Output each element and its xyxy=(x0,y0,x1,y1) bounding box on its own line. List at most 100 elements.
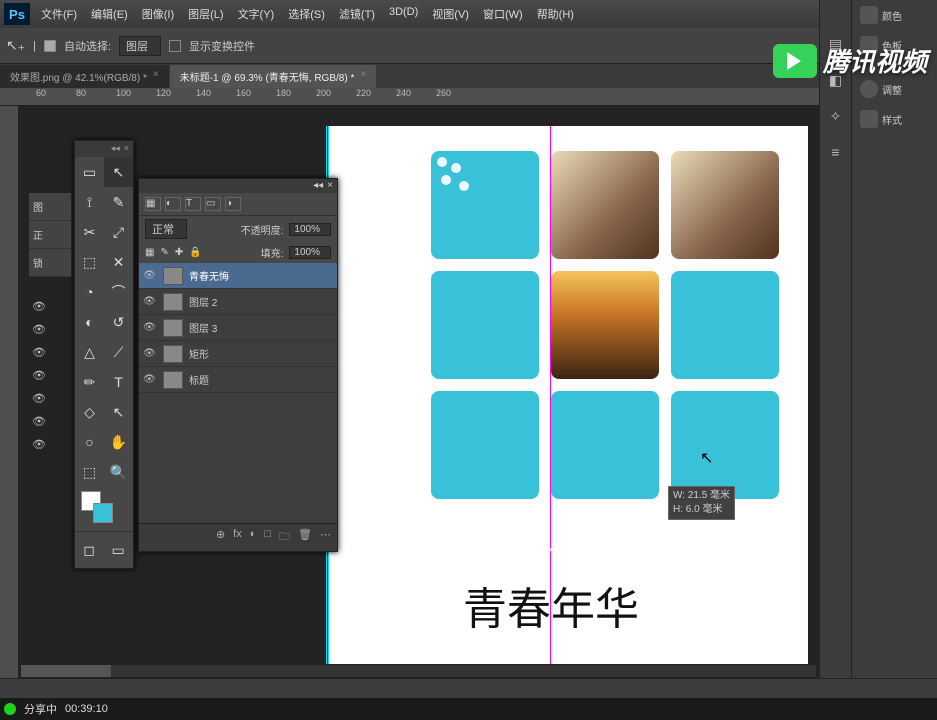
mask-icon[interactable]: ◐ xyxy=(250,528,257,547)
fx-icon[interactable]: fx xyxy=(233,528,242,547)
horizontal-scrollbar[interactable] xyxy=(20,664,817,678)
tab-untitled[interactable]: 未标题-1 @ 69.3% (青春无悔, RGB/8) *× xyxy=(170,65,376,88)
visibility-icon[interactable]: 👁 xyxy=(143,270,157,281)
filter-icon[interactable]: T xyxy=(185,197,201,211)
tool-healing[interactable]: ⬚ xyxy=(75,247,104,277)
title-text-layer[interactable]: 青春年华 xyxy=(463,573,639,637)
tool-path[interactable]: ◇ xyxy=(75,397,104,427)
grid-tile[interactable] xyxy=(431,391,539,499)
tool-hand[interactable]: ✋ xyxy=(104,427,133,457)
panel-tab[interactable]: 正 xyxy=(29,221,71,249)
tool-rotate[interactable]: ⬚ xyxy=(75,457,104,487)
filter-kind-icon[interactable]: ▦ xyxy=(145,197,161,211)
visibility-icon[interactable]: 👁 xyxy=(32,346,52,359)
filter-icon[interactable]: ◐ xyxy=(165,197,181,211)
fill-input[interactable]: 100% xyxy=(289,246,331,259)
layer-row[interactable]: 👁图层 2 xyxy=(139,289,337,315)
menu-window[interactable]: 窗口(W) xyxy=(476,6,530,22)
menu-view[interactable]: 视图(V) xyxy=(425,6,476,22)
tool-lasso[interactable]: ⟟ xyxy=(75,187,104,217)
close-icon[interactable]: × xyxy=(327,180,333,192)
panel-tab[interactable]: 锁 xyxy=(29,249,71,277)
quickmask-icon[interactable]: ◻ xyxy=(83,535,95,565)
close-icon[interactable]: × xyxy=(124,143,129,155)
visibility-icon[interactable]: 👁 xyxy=(32,415,52,428)
tool-stamp[interactable]: ◔ xyxy=(75,277,104,307)
lock-icon[interactable]: ✚ xyxy=(175,247,183,258)
adjustment-icon[interactable]: □ xyxy=(264,528,271,547)
tool-eyedropper[interactable]: ⤢ xyxy=(104,217,133,247)
scrollbar-thumb[interactable] xyxy=(21,665,111,677)
link-icon[interactable]: ⊕ xyxy=(216,528,225,547)
paragraph-icon[interactable]: ≡ xyxy=(827,144,845,162)
background-swatch[interactable] xyxy=(93,503,113,523)
character-icon[interactable]: ✧ xyxy=(827,108,845,126)
grid-tile[interactable] xyxy=(431,151,539,259)
menu-image[interactable]: 图像(I) xyxy=(135,6,181,22)
tool-marquee[interactable]: ▭ xyxy=(75,157,104,187)
dragging-text-layer[interactable]: 青春无悔 xyxy=(548,526,692,578)
layers-panel[interactable]: ◂◂× ▦ ◐ T ▭ ◑ 正常 不透明度: 100% ▦ ✎ ✚ 🔒 填充: … xyxy=(138,178,338,552)
lock-icon[interactable]: 🔒 xyxy=(189,247,201,258)
menu-select[interactable]: 选择(S) xyxy=(281,6,332,22)
delete-icon[interactable]: ⋯ xyxy=(320,528,331,547)
menu-type[interactable]: 文字(Y) xyxy=(231,6,282,22)
menu-file[interactable]: 文件(F) xyxy=(34,6,84,22)
visibility-icon[interactable]: 👁 xyxy=(143,374,157,385)
collapsed-panel-stack[interactable]: 图 正 锁 xyxy=(28,192,72,278)
lock-icon[interactable]: ▦ xyxy=(145,247,154,258)
layer-thumb[interactable] xyxy=(163,267,183,285)
filter-icon[interactable]: ▭ xyxy=(205,197,221,211)
blend-mode-dropdown[interactable]: 正常 xyxy=(145,219,187,239)
color-panel-tab[interactable]: 颜色 xyxy=(852,0,937,30)
tool-pen[interactable]: ✏ xyxy=(75,367,104,397)
tab-effect[interactable]: 效果图.png @ 42.1%(RGB/8) *× xyxy=(0,65,169,88)
menu-3d[interactable]: 3D(D) xyxy=(382,6,425,22)
menu-edit[interactable]: 编辑(E) xyxy=(84,6,135,22)
menu-filter[interactable]: 滤镜(T) xyxy=(332,6,382,22)
visibility-icon[interactable]: 👁 xyxy=(32,300,52,313)
collapse-icon[interactable]: ◂◂ xyxy=(111,143,120,155)
tool-gradient[interactable]: ↺ xyxy=(104,307,133,337)
tool-direct-select[interactable]: ↖ xyxy=(104,397,133,427)
grid-tile[interactable] xyxy=(431,271,539,379)
grid-photo[interactable] xyxy=(551,151,659,259)
tool-crop[interactable]: ✂ xyxy=(75,217,104,247)
tool-brush[interactable]: ✕ xyxy=(104,247,133,277)
tool-dodge[interactable]: ⟋ xyxy=(104,337,133,367)
tool-eraser[interactable]: ◐ xyxy=(75,307,104,337)
tab-close-icon[interactable]: × xyxy=(153,69,159,84)
visibility-icon[interactable]: 👁 xyxy=(32,438,52,451)
ruler-horizontal[interactable]: 60 80 100 120 140 160 180 200 220 240 26… xyxy=(0,88,937,106)
menu-layer[interactable]: 图层(L) xyxy=(181,6,230,22)
group-icon[interactable]: 🗀 xyxy=(279,528,290,547)
layer-row[interactable]: 👁图层 3 xyxy=(139,315,337,341)
filter-icon[interactable]: ◑ xyxy=(225,197,241,211)
tools-panel[interactable]: ◂◂× ▭ ↖ ⟟ ✎ ✂ ⤢ ⬚ ✕ ◔ ⌒ ◐ ↺ △ ⟋ ✏ T ◇ ↖ … xyxy=(74,140,134,569)
grid-photo[interactable] xyxy=(551,271,659,379)
visibility-icon[interactable]: 👁 xyxy=(32,323,52,336)
visibility-icon[interactable]: 👁 xyxy=(143,296,157,307)
show-transform-checkbox[interactable] xyxy=(169,40,181,52)
grid-tile[interactable] xyxy=(671,271,779,379)
new-layer-icon[interactable]: 🗑 xyxy=(298,528,312,547)
tool-shape[interactable]: ○ xyxy=(75,427,104,457)
layer-row[interactable]: 👁青春无悔 xyxy=(139,263,337,289)
auto-select-dropdown[interactable]: 图层 xyxy=(119,36,161,56)
collapse-icon[interactable]: ◂◂ xyxy=(313,180,323,192)
layer-thumb[interactable] xyxy=(163,293,183,311)
layer-row[interactable]: 👁矩形 xyxy=(139,341,337,367)
opacity-input[interactable]: 100% xyxy=(289,223,331,236)
layer-thumb[interactable] xyxy=(163,371,183,389)
grid-tile[interactable] xyxy=(671,391,779,499)
grid-photo[interactable] xyxy=(671,151,779,259)
lock-icon[interactable]: ✎ xyxy=(160,247,168,258)
tool-move[interactable]: ↖ xyxy=(104,157,133,187)
styles-panel-tab[interactable]: 样式 xyxy=(852,104,937,134)
visibility-icon[interactable]: 👁 xyxy=(143,322,157,333)
menu-help[interactable]: 帮助(H) xyxy=(530,6,581,22)
tool-blur[interactable]: △ xyxy=(75,337,104,367)
tool-zoom[interactable]: 🔍 xyxy=(104,457,133,487)
visibility-icon[interactable]: 👁 xyxy=(32,392,52,405)
tool-history-brush[interactable]: ⌒ xyxy=(104,277,133,307)
